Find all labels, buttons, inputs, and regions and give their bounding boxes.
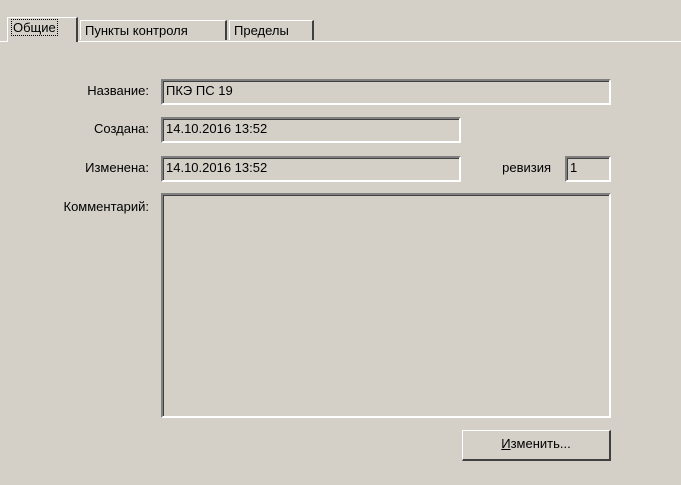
comment-textarea[interactable] bbox=[161, 193, 611, 418]
revision-field[interactable]: 1 bbox=[565, 156, 611, 182]
modified-label: Изменена: bbox=[85, 160, 149, 175]
edit-button[interactable]: Изменить... bbox=[462, 430, 611, 461]
name-field[interactable]: ПКЭ ПС 19 bbox=[161, 79, 611, 105]
edit-button-mnemonic: И bbox=[501, 436, 511, 451]
tab-general[interactable]: Общие bbox=[7, 17, 78, 42]
comment-label: Комментарий: bbox=[63, 199, 150, 214]
tab-control-points[interactable]: Пункты контроля bbox=[80, 20, 227, 40]
tab-divider bbox=[0, 41, 681, 42]
tab-limits[interactable]: Пределы bbox=[229, 20, 314, 40]
modified-field[interactable]: 14.10.2016 13:52 bbox=[161, 156, 461, 182]
created-field[interactable]: 14.10.2016 13:52 bbox=[161, 117, 461, 143]
tab-strip: Общие Пункты контроля Пределы bbox=[0, 0, 681, 42]
created-label: Создана: bbox=[94, 121, 149, 136]
edit-button-label: зменить... bbox=[510, 436, 571, 451]
tab-general-label: Общие bbox=[11, 19, 58, 36]
name-label: Название: bbox=[87, 83, 149, 98]
tab-control-points-label: Пункты контроля bbox=[85, 23, 188, 38]
revision-label: ревизия bbox=[502, 160, 551, 175]
tab-limits-label: Пределы bbox=[234, 23, 289, 38]
